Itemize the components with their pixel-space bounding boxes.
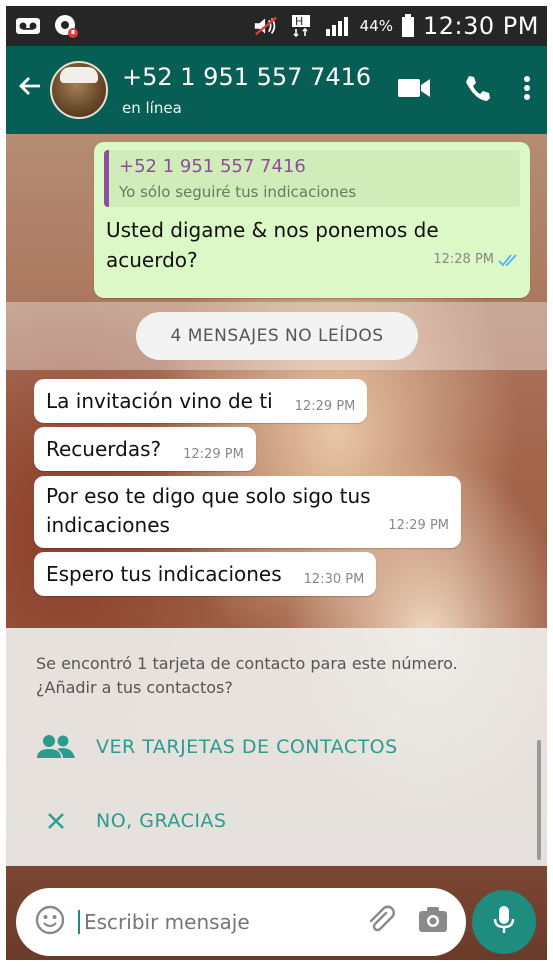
message-composer — [16, 888, 466, 956]
close-icon — [36, 811, 76, 831]
quoted-text: Yo sólo seguiré tus indicaciones — [119, 183, 357, 201]
mute-icon — [252, 15, 280, 37]
outgoing-message[interactable]: +52 1 951 557 7416 Yo sólo seguiré tus i… — [94, 142, 530, 298]
video-call-icon[interactable] — [397, 76, 431, 104]
prompt-text: Se encontró 1 tarjeta de contacto para e… — [36, 652, 526, 700]
mic-button[interactable] — [472, 890, 536, 954]
contact-card-prompt: Se encontró 1 tarjeta de contacto para e… — [6, 628, 547, 866]
message-text: acuerdo? — [106, 248, 198, 272]
message-text: indicaciones — [46, 513, 170, 537]
quoted-author: +52 1 951 557 7416 — [119, 156, 306, 177]
camera-icon[interactable] — [418, 906, 448, 938]
contact-name: +52 1 951 557 7416 — [122, 63, 372, 91]
message-time: 12:29 PM — [183, 446, 244, 462]
message-text: Por eso te digo que solo sigo tus — [46, 484, 371, 508]
mic-icon — [492, 905, 516, 939]
quoted-message[interactable]: +52 1 951 557 7416 Yo sólo seguiré tus i… — [104, 150, 520, 207]
no-thanks-button[interactable]: NO, GRACIAS — [36, 810, 227, 832]
signal-icon — [324, 15, 352, 37]
chat-area[interactable]: +52 1 951 557 7416 Yo sólo seguiré tus i… — [6, 134, 547, 960]
prompt-line: ¿Añadir a tus contactos? — [36, 678, 233, 697]
battery-percent: 44% — [359, 17, 394, 35]
unread-messages-badge: 4 MENSAJES NO LEÍDOS — [136, 312, 418, 360]
message-input[interactable] — [78, 910, 366, 934]
contacts-icon — [36, 734, 76, 760]
contact-info[interactable]: +52 1 951 557 7416 en línea — [122, 63, 371, 117]
voicemail-icon — [14, 15, 42, 37]
battery-icon — [401, 14, 415, 37]
back-arrow-icon[interactable] — [16, 72, 46, 108]
incoming-message[interactable]: Recuerdas? 12:29 PM — [34, 427, 256, 471]
message-text: Usted digame & nos ponemos de — [106, 218, 439, 242]
emoji-icon[interactable] — [34, 904, 66, 940]
view-contact-cards-label: VER TARJETAS DE CONTACTOS — [96, 736, 398, 758]
view-contact-cards-button[interactable]: VER TARJETAS DE CONTACTOS — [36, 734, 398, 760]
attach-icon[interactable] — [366, 905, 396, 939]
message-time: 12:29 PM — [294, 398, 356, 414]
message-text: Espero tus indicaciones — [46, 562, 282, 586]
status-clock: 12:30 PM — [423, 12, 539, 40]
avatar[interactable] — [50, 61, 108, 119]
contact-status: en línea — [122, 99, 182, 117]
incoming-message[interactable]: Por eso te digo que solo sigo tus indica… — [34, 476, 461, 548]
message-text: La invitación vino de ti — [46, 389, 273, 413]
status-bar: H 44% 12:30 PM — [6, 6, 547, 46]
prompt-line: Se encontró 1 tarjeta de contacto para e… — [36, 654, 458, 673]
incoming-message[interactable]: La invitación vino de ti 12:29 PM — [34, 379, 368, 423]
phone-screen: H 44% 12:30 PM +52 1 951 557 7416 en lín… — [6, 6, 547, 960]
message-time: 12:29 PM — [388, 518, 449, 533]
no-thanks-label: NO, GRACIAS — [96, 810, 227, 832]
voice-call-icon[interactable] — [463, 74, 491, 106]
app-notification-icon — [52, 15, 80, 38]
scrollbar[interactable] — [537, 740, 541, 860]
more-options-icon[interactable] — [523, 75, 531, 105]
incoming-message[interactable]: Espero tus indicaciones 12:30 PM — [34, 552, 377, 596]
message-time: 12:30 PM — [303, 571, 365, 587]
chat-header: +52 1 951 557 7416 en línea — [6, 46, 547, 134]
hd-data-icon: H — [288, 15, 316, 38]
message-time: 12:28 PM — [433, 252, 494, 267]
svg-text:H: H — [295, 15, 303, 28]
read-receipt-icon — [498, 245, 520, 275]
message-text: Recuerdas? — [46, 437, 162, 461]
